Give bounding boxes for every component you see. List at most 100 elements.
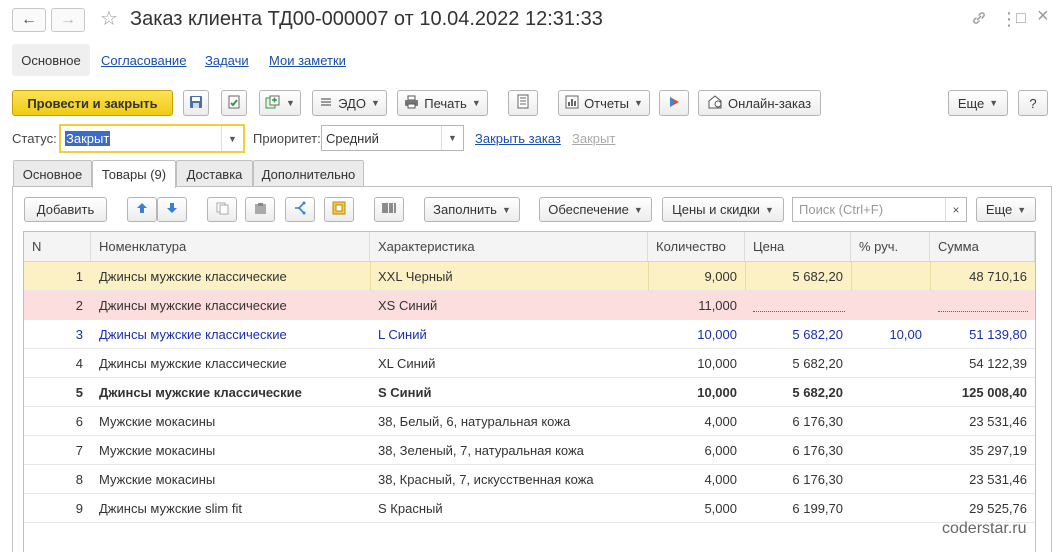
tab-additional[interactable]: Дополнительно <box>253 160 364 187</box>
section-nav-tasks[interactable]: Задачи <box>205 53 249 68</box>
table-row[interactable]: 6 Мужские мокасины 38, Белый, 6, натуральн… <box>24 407 1035 436</box>
help-button[interactable]: ? <box>1018 90 1048 116</box>
col-item-cell[interactable]: Джинсы мужские slim fit <box>91 494 370 522</box>
move-down-button[interactable] <box>157 197 187 222</box>
prices-discounts-button[interactable]: Цены и скидки ▼ <box>662 197 784 222</box>
col-item-cell[interactable]: Джинсы мужские классические <box>91 291 370 319</box>
col-n-cell[interactable]: 4 <box>24 349 91 377</box>
col-price-cell[interactable]: 5 682,20 <box>745 349 851 377</box>
col-characteristic-cell[interactable]: 38, Зеленый, 7, натуральная кожа <box>370 436 648 464</box>
col-manual-pct-cell[interactable] <box>851 494 930 522</box>
col-sum-cell[interactable]: 48 710,16 <box>930 262 1035 290</box>
col-item-cell[interactable]: Мужские мокасины <box>91 436 370 464</box>
col-quantity-cell[interactable]: 4,000 <box>648 465 745 493</box>
col-quantity-cell[interactable]: 10,000 <box>648 349 745 377</box>
add-button[interactable]: Добавить <box>24 197 107 222</box>
col-characteristic-cell[interactable]: S Синий <box>370 378 648 406</box>
section-nav-notes[interactable]: Мои заметки <box>269 53 346 68</box>
col-n-cell[interactable]: 6 <box>24 407 91 435</box>
col-sum-cell[interactable]: 29 525,76 <box>930 494 1035 522</box>
col-manual-pct-cell[interactable] <box>851 349 930 377</box>
status-select[interactable]: Закрыт ▼ <box>59 124 245 153</box>
tab-goods[interactable]: Товары (9) <box>92 160 176 188</box>
col-manual-pct-cell[interactable] <box>851 436 930 464</box>
col-manual-pct-cell[interactable] <box>851 291 930 319</box>
dropdown-icon[interactable]: ▼ <box>441 126 463 150</box>
col-price-cell[interactable]: 5 682,20 <box>745 378 851 406</box>
col-quantity-cell[interactable]: 6,000 <box>648 436 745 464</box>
clear-search-icon[interactable]: × <box>945 198 966 221</box>
col-characteristic-cell[interactable]: S Красный <box>370 494 648 522</box>
col-n-header[interactable]: N <box>24 232 91 261</box>
col-n-cell[interactable]: 2 <box>24 291 91 319</box>
col-sum-cell[interactable]: 54 122,39 <box>930 349 1035 377</box>
col-characteristic-cell[interactable]: L Синий <box>370 320 648 348</box>
col-n-cell[interactable]: 9 <box>24 494 91 522</box>
reports-button[interactable]: Отчеты ▼ <box>558 90 650 116</box>
select-products-button[interactable] <box>324 197 354 222</box>
dropdown-icon[interactable]: ▼ <box>221 126 243 151</box>
col-price-cell[interactable] <box>745 291 851 319</box>
col-quantity-cell[interactable]: 4,000 <box>648 407 745 435</box>
supply-button[interactable]: Обеспечение ▼ <box>539 197 652 222</box>
structure-button[interactable] <box>508 90 538 116</box>
col-price-cell[interactable]: 5 682,20 <box>745 262 851 290</box>
col-characteristic-cell[interactable]: 38, Белый, 6, натуральная кожа <box>370 407 648 435</box>
col-manual-pct-cell[interactable] <box>851 407 930 435</box>
col-manual-pct-cell[interactable]: 10,00 <box>851 320 930 348</box>
col-quantity-header[interactable]: Количество <box>648 232 745 261</box>
col-item-cell[interactable]: Джинсы мужские классические <box>91 320 370 348</box>
split-row-button[interactable] <box>285 197 315 222</box>
col-quantity-cell[interactable]: 9,000 <box>648 262 745 290</box>
table-row[interactable]: 9 Джинсы мужские slim fit S Красный 5,000 6 … <box>24 494 1035 523</box>
col-characteristic-cell[interactable]: XS Синий <box>370 291 648 319</box>
col-n-cell[interactable]: 7 <box>24 436 91 464</box>
closed-link[interactable]: Закрыт <box>572 131 615 146</box>
col-price-cell[interactable]: 6 176,30 <box>745 407 851 435</box>
col-sum-cell[interactable] <box>930 291 1035 319</box>
copy-button[interactable] <box>207 197 237 222</box>
col-manual-pct-cell[interactable] <box>851 378 930 406</box>
create-based-on-button[interactable]: ▼ <box>259 90 301 116</box>
col-price-cell[interactable]: 6 176,30 <box>745 465 851 493</box>
table-row[interactable]: 2 Джинсы мужские классические XS Синий 11,0… <box>24 291 1035 320</box>
col-price-cell[interactable]: 6 199,70 <box>745 494 851 522</box>
section-nav-main[interactable]: Основное <box>12 44 90 76</box>
col-quantity-cell[interactable]: 11,000 <box>648 291 745 319</box>
col-quantity-cell[interactable]: 10,000 <box>648 320 745 348</box>
col-price-cell[interactable]: 5 682,20 <box>745 320 851 348</box>
col-item-header[interactable]: Номенклатура <box>91 232 370 261</box>
col-item-cell[interactable]: Джинсы мужские классические <box>91 349 370 377</box>
col-n-cell[interactable]: 5 <box>24 378 91 406</box>
table-row[interactable]: 8 Мужские мокасины 38, Красный, 7, искусст… <box>24 465 1035 494</box>
col-sum-cell[interactable]: 23 531,46 <box>930 465 1035 493</box>
col-quantity-cell[interactable]: 10,000 <box>648 378 745 406</box>
col-item-cell[interactable]: Джинсы мужские классические <box>91 378 370 406</box>
col-item-cell[interactable]: Мужские мокасины <box>91 407 370 435</box>
maximize-icon[interactable]: □ <box>1016 10 1026 28</box>
back-button[interactable]: ← <box>12 8 46 32</box>
col-sum-header[interactable]: Сумма <box>930 232 1035 261</box>
col-n-cell[interactable]: 1 <box>24 262 91 290</box>
move-up-button[interactable] <box>127 197 157 222</box>
col-item-cell[interactable]: Джинсы мужские классические <box>91 262 370 290</box>
col-characteristic-cell[interactable]: 38, Красный, 7, искусственная кожа <box>370 465 648 493</box>
close-icon[interactable]: × <box>1037 6 1049 26</box>
table-row[interactable]: 1 Джинсы мужские классические XXL Черный 9,… <box>24 262 1035 291</box>
priority-select[interactable]: Средний ▼ <box>321 125 464 151</box>
table-row[interactable]: 5 Джинсы мужские классические S Синий 10,00… <box>24 378 1035 407</box>
col-manual-pct-header[interactable]: % руч. <box>851 232 930 261</box>
col-characteristic-cell[interactable]: XL Синий <box>370 349 648 377</box>
col-sum-cell[interactable]: 51 139,80 <box>930 320 1035 348</box>
col-item-cell[interactable]: Мужские мокасины <box>91 465 370 493</box>
print-button[interactable]: Печать ▼ <box>397 90 488 116</box>
online-order-button[interactable]: Онлайн-заказ <box>698 90 821 116</box>
table-row[interactable]: 3 Джинсы мужские классические L Синий 10,00… <box>24 320 1035 349</box>
forward-button[interactable]: → <box>51 8 85 32</box>
col-manual-pct-cell[interactable] <box>851 262 930 290</box>
post-button[interactable] <box>221 90 247 116</box>
col-sum-cell[interactable]: 35 297,19 <box>930 436 1035 464</box>
col-sum-cell[interactable]: 23 531,46 <box>930 407 1035 435</box>
paste-button[interactable] <box>245 197 275 222</box>
tab-main[interactable]: Основное <box>13 160 92 187</box>
